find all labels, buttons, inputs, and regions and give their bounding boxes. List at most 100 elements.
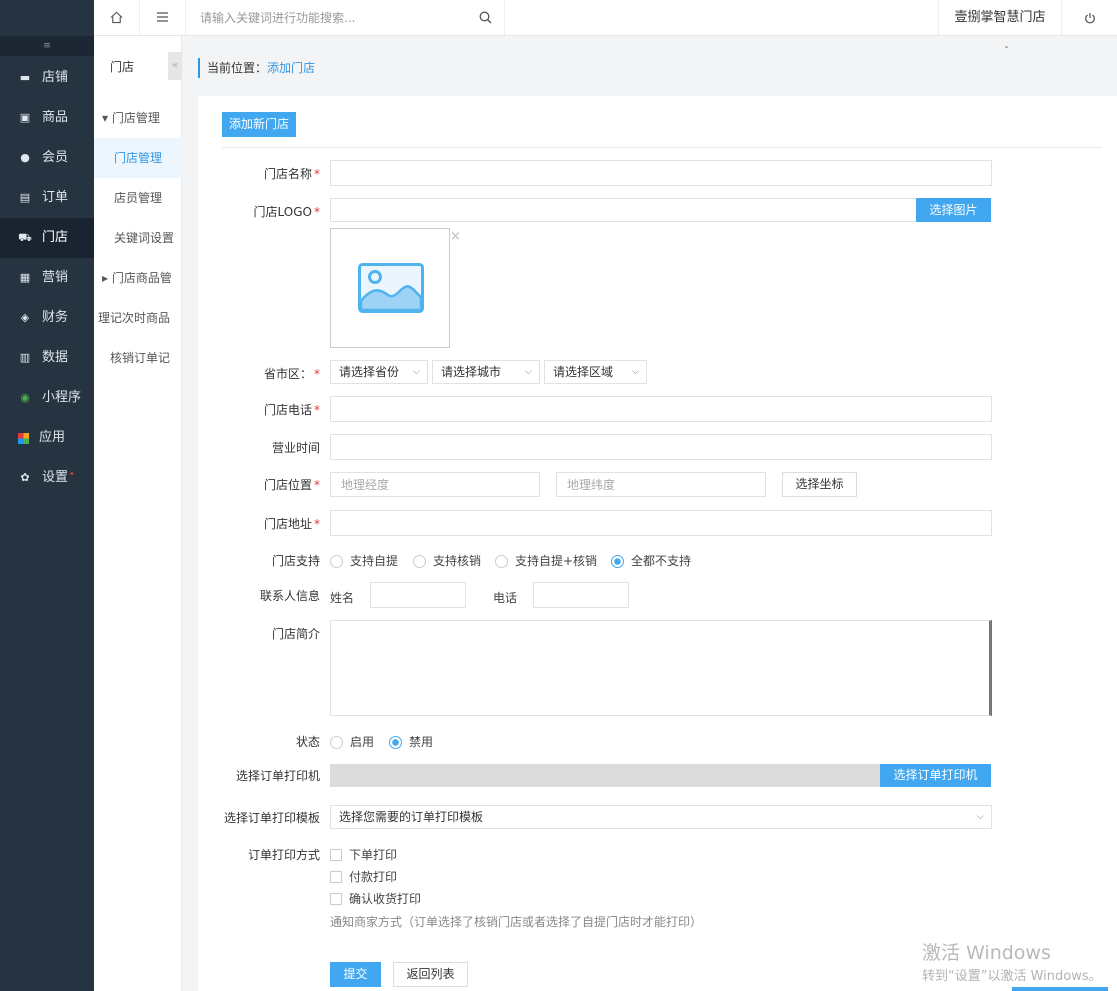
money-bag-icon: ◈	[20, 311, 30, 324]
subnav-item-4[interactable]: ▸ 门店商品管	[94, 258, 182, 298]
store-phone-label: 门店电话 *	[263, 403, 320, 417]
miniprogram-icon: ◉	[20, 391, 30, 404]
sidebar-collapse-button[interactable]: ≡	[0, 36, 94, 56]
sidebar-item-label: 订单	[42, 190, 69, 205]
latitude-input[interactable]: 地理纬度	[556, 472, 766, 497]
radio-icon	[495, 554, 508, 568]
radio-icon	[413, 554, 426, 568]
store-name-label: 门店名称 *	[263, 167, 320, 181]
sidebar-item-3[interactable]: ▤ 订单	[0, 178, 94, 218]
longitude-input[interactable]: 地理经度	[330, 472, 540, 497]
sidebar-item-2[interactable]: ● 会员	[0, 138, 94, 178]
contact-name-input[interactable]	[370, 582, 466, 608]
subnav-collapse-button[interactable]: «	[168, 52, 182, 80]
floating-button-edge[interactable]	[1012, 987, 1108, 991]
logo-path-input[interactable]	[330, 198, 918, 222]
radio-icon	[330, 554, 343, 568]
choose-coordinate-button[interactable]: 选择坐标	[782, 472, 857, 497]
support-option-none[interactable]: 全都不支持	[611, 551, 691, 571]
search-icon[interactable]	[479, 11, 492, 24]
sidebar-item-4[interactable]: ⛟ 门店	[0, 218, 94, 258]
bar-chart-icon: ▥	[19, 351, 31, 364]
province-select[interactable]: 请选择省份 ⌵	[330, 360, 428, 384]
print-on-receipt-checkbox[interactable]: 确认收货打印	[330, 889, 421, 909]
home-button[interactable]	[94, 0, 140, 35]
store-intro-textarea[interactable]	[330, 620, 992, 716]
sidebar-item-label: 数据	[42, 350, 69, 365]
store-name-input[interactable]	[330, 160, 992, 186]
sidebar-item-6[interactable]: ◈ 财务	[0, 298, 94, 338]
print-template-select[interactable]: 选择您需要的订单打印模板 ⌵	[330, 805, 992, 829]
menu-button[interactable]	[140, 0, 186, 35]
store-phone-input[interactable]	[330, 396, 992, 422]
choose-printer-button[interactable]: 选择订单打印机	[880, 764, 991, 787]
chevron-down-icon[interactable]: ˇ	[1004, 46, 1009, 57]
shop-icon: ⛟	[18, 231, 32, 244]
sidebar-item-label: 商品	[42, 110, 69, 125]
choose-image-button[interactable]: 选择图片	[916, 198, 991, 222]
subnav-item-5[interactable]: 理记次时商品	[94, 298, 182, 338]
image-placeholder-icon	[358, 263, 424, 313]
contact-phone-input[interactable]	[533, 582, 629, 608]
support-option-pickup[interactable]: 支持自提	[330, 551, 398, 571]
status-disabled-radio[interactable]: 禁用	[389, 732, 433, 752]
logout-button[interactable]	[1062, 0, 1117, 35]
windows-activation-hint: 转到“设置”以激活 Windows。	[922, 969, 1102, 984]
store-name-button[interactable]: 壹捌掌智慧门店	[938, 0, 1062, 35]
sidebar-item-label: 会员	[42, 150, 69, 165]
checkbox-icon	[330, 893, 342, 905]
windows-activation-title: 激活 Windows	[922, 942, 1051, 964]
sidebar-item-label: 小程序	[42, 390, 82, 405]
breadcrumb: 当前位置：添加门店	[198, 58, 315, 78]
city-select[interactable]: 请选择城市 ⌵	[432, 360, 540, 384]
district-select[interactable]: 请选择区域 ⌵	[544, 360, 647, 384]
chevron-down-icon: ⌵	[413, 367, 420, 377]
subnav-item-1[interactable]: 门店管理	[94, 138, 182, 178]
sidebar-item-label: 店铺	[42, 70, 69, 85]
sidebar-item-10[interactable]: ✿ 设置 •	[0, 458, 94, 498]
store-icon: ▬	[19, 71, 31, 84]
subnav-item-0[interactable]: ▾ 门店管理	[94, 98, 182, 138]
print-template-label: 选择订单打印模板	[223, 811, 320, 825]
add-store-button[interactable]: 添加新门店	[222, 112, 296, 137]
checkbox-icon	[330, 849, 342, 861]
gear-icon: ✿	[20, 471, 30, 484]
store-location-label: 门店位置 *	[263, 478, 320, 492]
contact-info-label: 联系人信息	[259, 589, 320, 603]
remove-image-icon[interactable]: ×	[450, 229, 461, 244]
print-on-order-checkbox[interactable]: 下单打印	[330, 845, 397, 865]
contact-phone-label: 电话	[493, 591, 518, 605]
printer-input[interactable]	[330, 764, 882, 787]
support-option-verify[interactable]: 支持核销	[413, 551, 481, 571]
breadcrumb-prefix: 当前位置：	[207, 61, 268, 75]
sidebar-item-0[interactable]: ▬ 店铺	[0, 58, 94, 98]
subnav-item-2[interactable]: 店员管理	[94, 178, 182, 218]
member-icon: ●	[20, 151, 30, 164]
logo-preview[interactable]	[330, 228, 450, 348]
sidebar-item-8[interactable]: ◉ 小程序	[0, 378, 94, 418]
sidebar-item-7[interactable]: ▥ 数据	[0, 338, 94, 378]
checkbox-icon	[330, 871, 342, 883]
back-to-list-button[interactable]: 返回列表	[393, 962, 468, 987]
sidebar-item-9[interactable]: 应用	[0, 418, 94, 458]
business-hours-input[interactable]	[330, 434, 992, 460]
sidebar-item-1[interactable]: ▣ 商品	[0, 98, 94, 138]
sidebar-item-label: 财务	[42, 310, 69, 325]
store-address-label: 门店地址 *	[263, 517, 320, 531]
search-input[interactable]	[186, 0, 466, 35]
status-enabled-radio[interactable]: 启用	[330, 732, 374, 752]
print-on-payment-checkbox[interactable]: 付款打印	[330, 867, 397, 887]
sidebar-item-label: 设置	[42, 470, 69, 485]
breadcrumb-current[interactable]: 添加门店	[267, 61, 315, 75]
submit-button[interactable]: 提交	[330, 962, 381, 987]
support-option-both[interactable]: 支持自提+核销	[495, 551, 597, 571]
chevron-down-icon: ⌵	[525, 367, 532, 377]
sidebar-item-5[interactable]: ▦ 营销	[0, 258, 94, 298]
print-mode-label: 订单打印方式	[247, 848, 320, 862]
home-icon	[110, 11, 123, 23]
store-address-input[interactable]	[330, 510, 992, 536]
region-label: 省市区： *	[263, 367, 320, 381]
gift-icon: ▦	[19, 271, 31, 284]
subnav-item-6[interactable]: 核销订单记	[94, 338, 182, 378]
subnav-item-3[interactable]: 关键词设置	[94, 218, 182, 258]
